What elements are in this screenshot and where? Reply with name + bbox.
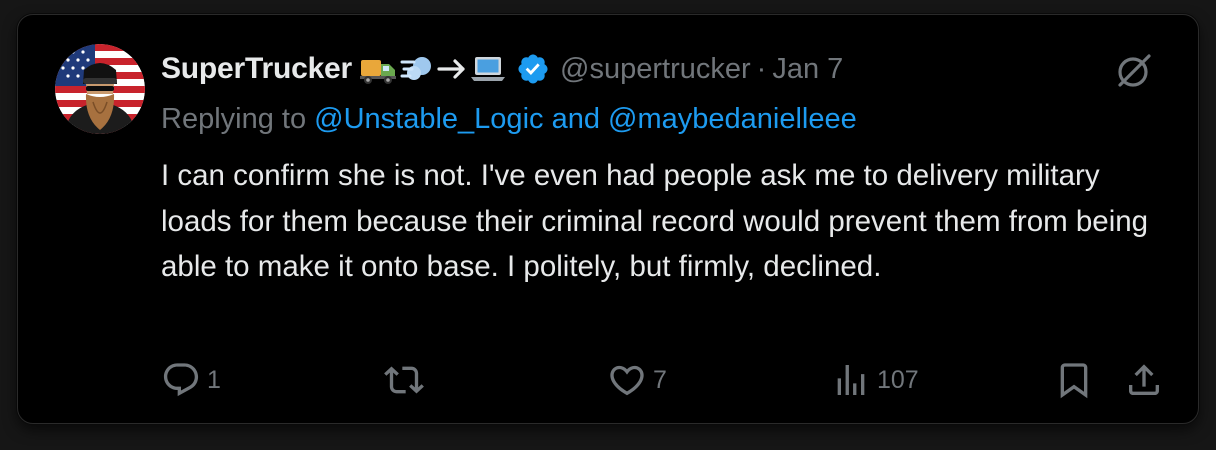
avatar-image xyxy=(55,44,145,134)
verified-badge-icon xyxy=(518,54,548,84)
reply-button[interactable]: 1 xyxy=(161,360,221,400)
share-button[interactable] xyxy=(1124,360,1164,400)
tweet-header: SuperTrucker @supertrucker · Jan 7 xyxy=(161,49,843,89)
user-handle[interactable]: @supertrucker xyxy=(560,53,751,86)
separator-dot: · xyxy=(756,52,767,85)
reply-count: 1 xyxy=(207,365,221,394)
heart-icon xyxy=(610,365,644,396)
tweet-date[interactable]: Jan 7 xyxy=(772,53,843,86)
tweet-card[interactable]: SuperTrucker @supertrucker · Jan 7 Reply… xyxy=(17,14,1199,424)
replying-to-label: Replying to xyxy=(161,103,315,135)
like-count: 7 xyxy=(653,365,667,394)
truck-icon xyxy=(360,60,397,84)
repost-icon xyxy=(384,366,424,394)
avatar[interactable] xyxy=(55,44,145,134)
reply-icon xyxy=(163,363,199,397)
tweet-text: I can confirm she is not. I've even had … xyxy=(161,159,1149,283)
arrow-right-icon xyxy=(437,59,465,79)
replying-to: Replying to @Unstable_Logic and @maybeda… xyxy=(161,103,857,136)
laptop-icon xyxy=(471,57,506,81)
grok-button[interactable] xyxy=(1114,51,1154,91)
share-icon xyxy=(1129,364,1159,395)
name-emojis xyxy=(360,52,506,86)
action-bar: 1 7 107 xyxy=(18,360,1198,400)
views-button[interactable]: 107 xyxy=(831,360,919,400)
dash-icon xyxy=(400,57,432,80)
views-icon xyxy=(837,365,865,395)
bookmark-icon xyxy=(1060,363,1088,399)
like-button[interactable]: 7 xyxy=(607,360,667,400)
display-name[interactable]: SuperTrucker xyxy=(161,52,352,86)
verified-badge[interactable] xyxy=(516,52,550,86)
views-count: 107 xyxy=(877,365,919,394)
grok-icon xyxy=(1118,54,1151,87)
bookmark-button[interactable] xyxy=(1054,360,1094,400)
reply-target-links[interactable]: @Unstable_Logic and @maybedanielleee xyxy=(314,103,857,135)
repost-button[interactable] xyxy=(384,360,430,400)
